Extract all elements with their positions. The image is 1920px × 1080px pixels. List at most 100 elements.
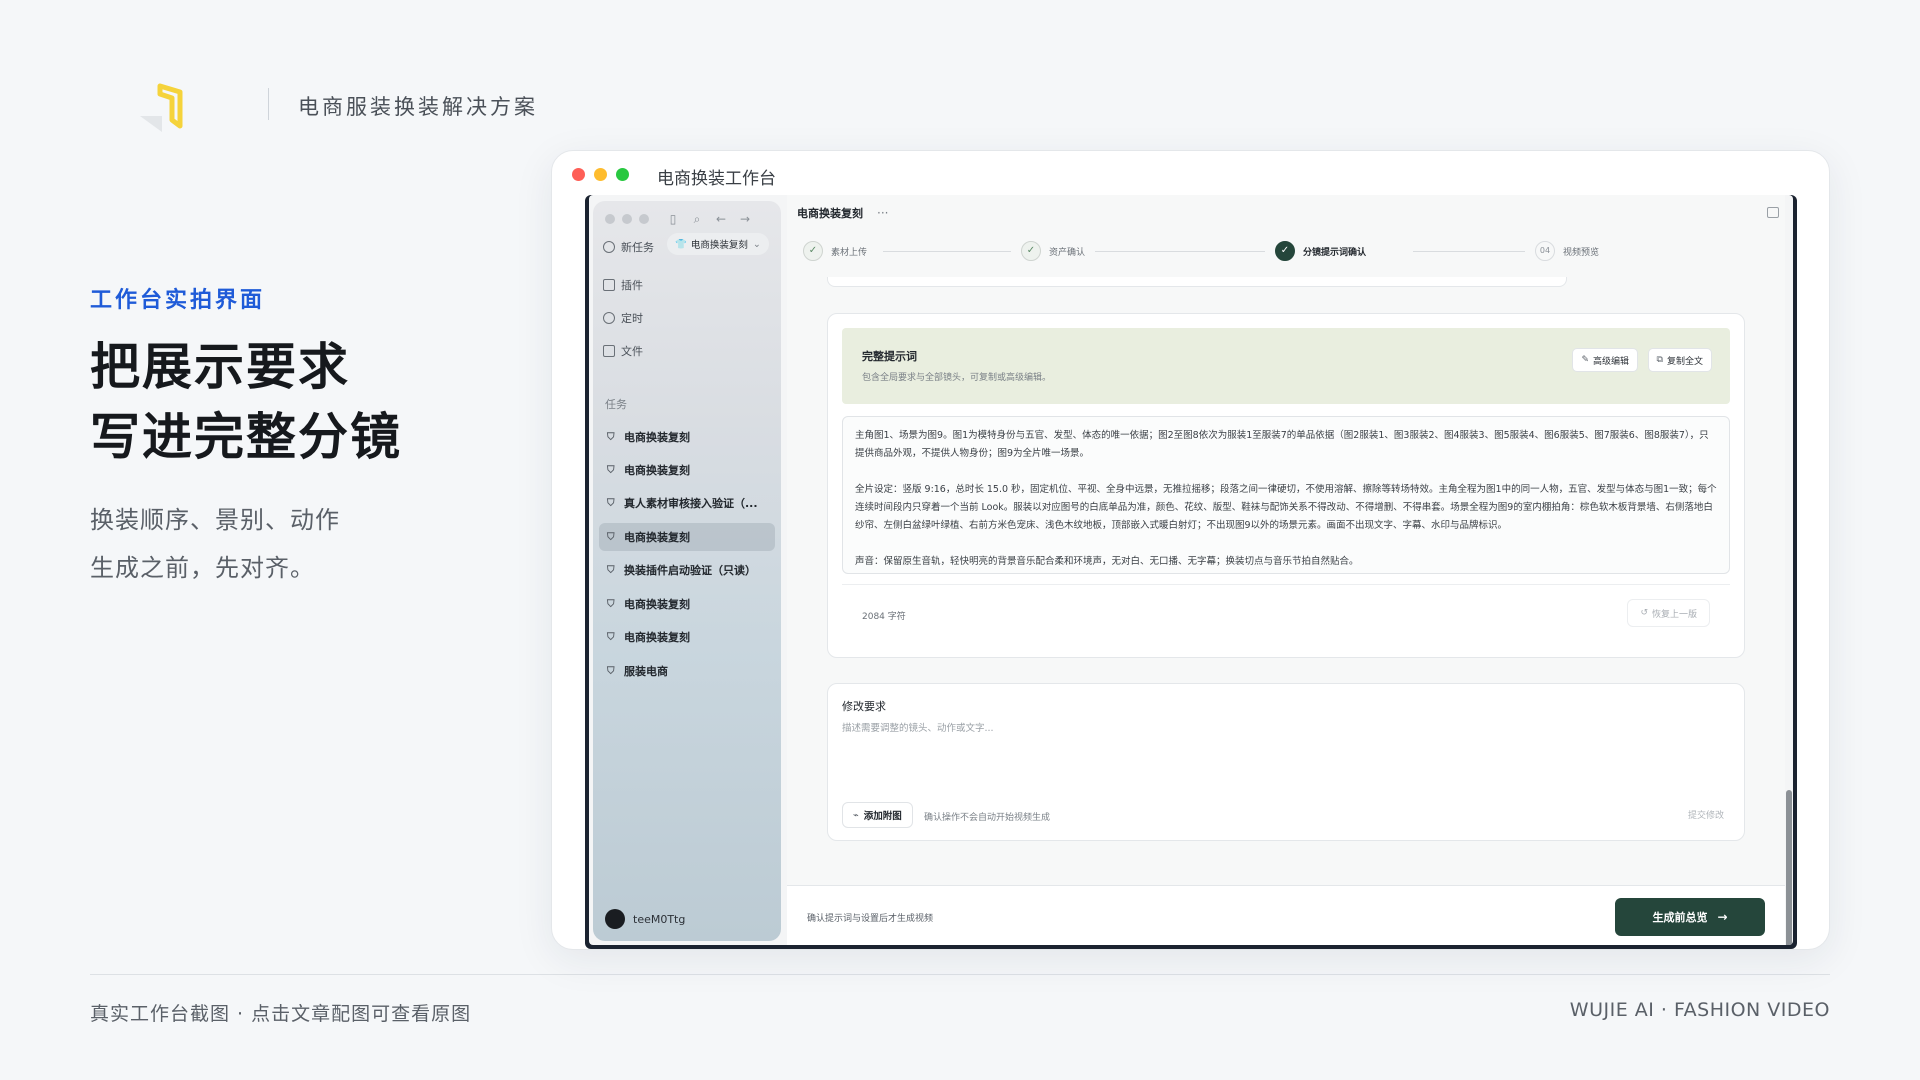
shirt-icon: ⛉ <box>607 531 615 543</box>
shirt-icon: ⛉ <box>607 564 615 576</box>
search-icon[interactable]: ⌕ <box>690 212 704 226</box>
sidebar-toggle-icon[interactable]: ▯ <box>666 212 680 226</box>
workbench-surface: ▯ ⌕ ← → 新任务 👕 电商换装复刻 ⌄ 插件 定时 文件 任务 ⛉ 电商换… <box>589 195 1793 945</box>
subcopy: 换装顺序、景别、动作 生成之前，先对齐。 <box>90 496 340 592</box>
forward-arrow-icon[interactable]: → <box>738 212 752 226</box>
advanced-edit-button[interactable]: ✎ 高级编辑 <box>1572 348 1638 372</box>
shirt-icon: ⛉ <box>607 631 615 643</box>
shirt-icon: 👕 <box>675 238 687 250</box>
main-scrollbar[interactable] <box>1785 235 1793 945</box>
step-prompt-confirm[interactable]: ✓ 分镜提示词确认 <box>1275 241 1366 261</box>
prompt-card-subtitle: 包含全局要求与全部镜头，可复制或高级编辑。 <box>862 373 1052 383</box>
sidebar-item-label: 文件 <box>621 345 643 358</box>
clock-icon <box>603 312 615 324</box>
task-item[interactable]: ⛉ 电商换装复刻 <box>599 590 775 618</box>
current-task-pill-label: 电商换装复刻 <box>690 240 748 251</box>
step-label: 分镜提示词确认 <box>1303 247 1367 258</box>
sidebar-dot <box>639 214 649 224</box>
check-icon: ✓ <box>803 241 823 261</box>
prompt-card-title: 完整提示词 <box>862 350 917 363</box>
footer-brand: WUJIE AI · FASHION VIDEO <box>1569 999 1830 1021</box>
add-attachment-button[interactable]: ⌁ 添加附图 <box>842 802 913 828</box>
new-task-button[interactable]: 新任务 <box>603 239 654 255</box>
task-item-active[interactable]: ⛉ 电商换装复刻 <box>599 523 775 551</box>
user-name: teeM0Ttg <box>633 912 686 926</box>
task-item[interactable]: ⛉ 电商换装复刻 <box>599 456 775 484</box>
task-item[interactable]: ⛉ 服装电商 <box>599 657 775 685</box>
copy-all-button[interactable]: ⧉ 复制全文 <box>1647 348 1712 372</box>
step-video-preview[interactable]: 04 视频预览 <box>1535 241 1599 261</box>
headline: 把展示要求 写进完整分镜 <box>90 332 402 472</box>
prompt-card-header: 完整提示词 包含全局要求与全部镜头，可复制或高级编辑。 ✎ 高级编辑 ⧉ 复制全… <box>842 328 1730 404</box>
char-count: 2084 字符 <box>862 612 906 622</box>
edit-request-label: 修改要求 <box>842 700 886 713</box>
subcopy-line-1: 换装顺序、景别、动作 <box>90 506 340 534</box>
prompt-textarea[interactable]: 主角图1、场景为图9。图1为模特身份与五官、发型、体态的唯一依据；图2至图8依次… <box>842 416 1730 574</box>
shirt-icon: ⛉ <box>607 665 615 677</box>
app-window: 电商换装工作台 ▯ ⌕ ← → 新任务 👕 电商换装复刻 ⌄ 插件 定时 文件 … <box>551 150 1830 950</box>
window-minimize-button[interactable] <box>594 168 607 181</box>
step-connector <box>883 251 1011 252</box>
sidebar-item-plugins[interactable]: 插件 <box>603 277 643 293</box>
task-item-label: 电商换装复刻 <box>624 598 690 611</box>
bottom-action-bar: 确认提示词与设置后才生成视频 生成前总览 → <box>787 885 1785 945</box>
prompt-paragraph: 全片设定：竖版 9:16，总时长 15.0 秒，固定机位、平视、全身中远景，无推… <box>855 484 1717 531</box>
arrow-right-icon: → <box>1717 910 1728 924</box>
edit-request-input[interactable] <box>842 720 1730 790</box>
task-item[interactable]: ⛉ 电商换装复刻 <box>599 623 775 651</box>
footer-divider <box>90 974 1830 975</box>
back-arrow-icon[interactable]: ← <box>714 212 728 226</box>
sidebar-item-label: 插件 <box>621 279 643 292</box>
task-item[interactable]: ⛉ 换装插件启动验证（只读） <box>599 556 775 584</box>
user-account[interactable]: teeM0Ttg <box>605 909 685 929</box>
panel-toggle-icon[interactable] <box>1767 207 1779 218</box>
headline-line-1: 把展示要求 <box>90 338 350 396</box>
copy-all-label: 复制全文 <box>1666 356 1703 367</box>
shirt-icon: ⛉ <box>607 464 615 476</box>
scrollbar-thumb[interactable] <box>1786 790 1792 945</box>
progress-steps: ✓ 素材上传 ✓ 资产确认 ✓ 分镜提示词确认 04 视频预览 <box>803 241 1765 267</box>
footer-caption[interactable]: 真实工作台截图 · 点击文章配图可查看原图 <box>90 999 471 1026</box>
window-close-button[interactable] <box>572 168 585 181</box>
paperclip-icon: ⌁ <box>853 809 859 821</box>
step-connector <box>1095 251 1265 252</box>
new-task-label: 新任务 <box>621 241 654 254</box>
shirt-icon: ⛉ <box>607 497 615 509</box>
window-zoom-button[interactable] <box>616 168 629 181</box>
sidebar-item-files[interactable]: 文件 <box>603 343 643 359</box>
task-item[interactable]: ⛉ 电商换装复刻 <box>599 423 775 451</box>
task-item-label: 电商换装复刻 <box>624 431 690 444</box>
brand-tagline: 电商服装换装解决方案 <box>298 95 538 119</box>
main-topbar: 电商换装复刻 ··· <box>787 195 1785 231</box>
step-assets[interactable]: ✓ 资产确认 <box>1021 241 1085 261</box>
add-attachment-label: 添加附图 <box>863 811 902 822</box>
generate-overview-button[interactable]: 生成前总览 → <box>1615 898 1765 936</box>
check-icon: ✓ <box>1275 241 1295 261</box>
undo-icon: ↺ <box>1640 608 1648 618</box>
attachment-hint: 确认操作不会自动开始视频生成 <box>924 813 1051 823</box>
task-item-label: 换装插件启动验证（只读） <box>624 564 756 577</box>
sidebar-dot <box>622 214 632 224</box>
task-item[interactable]: ⛉ 真人素材审核接入验证（... <box>599 489 775 517</box>
step-upload[interactable]: ✓ 素材上传 <box>803 241 867 261</box>
more-menu-icon[interactable]: ··· <box>877 206 888 220</box>
copy-icon: ⧉ <box>1656 355 1663 365</box>
main-panel: 电商换装复刻 ··· ✓ 素材上传 ✓ 资产确认 ✓ 分镜提示词确认 04 视频… <box>787 195 1785 945</box>
prompt-paragraph: 主角图1、场景为图9。图1为模特身份与五官、发型、体态的唯一依据；图2至图8依次… <box>855 430 1709 459</box>
step-label: 资产确认 <box>1049 247 1086 258</box>
eyebrow-label: 工作台实拍界面 <box>90 288 266 313</box>
current-task-pill[interactable]: 👕 电商换装复刻 ⌄ <box>667 233 769 255</box>
advanced-edit-label: 高级编辑 <box>1592 356 1629 367</box>
sidebar-item-schedule[interactable]: 定时 <box>603 310 643 326</box>
task-item-label: 电商换装复刻 <box>624 631 690 644</box>
headline-line-2: 写进完整分镜 <box>90 408 402 466</box>
prompt-card: 完整提示词 包含全局要求与全部镜头，可复制或高级编辑。 ✎ 高级编辑 ⧉ 复制全… <box>827 313 1745 658</box>
shirt-icon: ⛉ <box>607 598 615 610</box>
submit-edit-button[interactable]: 提交修改 <box>1688 808 1724 821</box>
sidebar-toolbar: ▯ ⌕ ← → <box>605 211 752 227</box>
pencil-icon: ✎ <box>1581 355 1589 365</box>
main-content: 完整提示词 包含全局要求与全部镜头，可复制或高级编辑。 ✎ 高级编辑 ⧉ 复制全… <box>787 277 1777 885</box>
plus-circle-icon <box>603 241 615 253</box>
restore-previous-button[interactable]: ↺ 恢复上一版 <box>1627 599 1710 627</box>
step-connector <box>1413 251 1525 252</box>
